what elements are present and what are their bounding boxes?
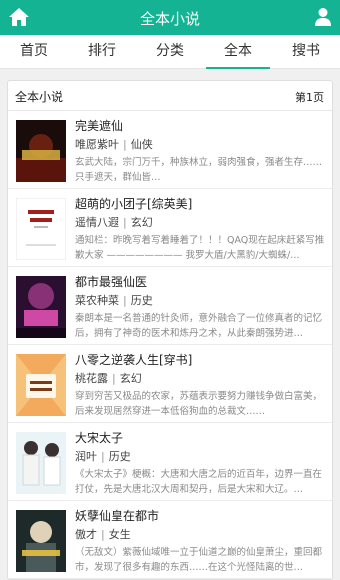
book-info: 妖孽仙皇在都市 傲才 | 女生 （无敌文）紫薇仙域唯一立于仙道之巅的仙皇萧尘，重回都… xyxy=(75,508,327,575)
book-description: （无敌文）紫薇仙域唯一立于仙道之巅的仙皇萧尘，重回都市，发现了很多有趣的东西……… xyxy=(75,547,323,573)
book-cover[interactable] xyxy=(16,276,66,338)
book-author: 菜农种菜 xyxy=(75,294,119,307)
book-meta: 遥情八遐 | 玄幻 xyxy=(75,216,153,229)
book-author: 润叶 xyxy=(75,450,97,463)
book-item[interactable]: 大宋太子 润叶 | 历史 《大宋太子》梗概：大唐和大唐之后的近百年，边界一直在打仗，… xyxy=(8,424,332,501)
book-meta: 润叶 | 历史 xyxy=(75,450,131,463)
book-author: 遥情八遐 xyxy=(75,216,119,229)
tab-ranking[interactable]: 排行 xyxy=(68,35,136,68)
book-meta: 菜农种菜 | 历史 xyxy=(75,294,153,307)
book-description: 秦朗本是一名普通的针灸师，意外融合了一位修真者的记忆后，拥有了神奇的医术和炼丹之… xyxy=(75,313,323,339)
book-author: 傲才 xyxy=(75,528,97,541)
book-category: 历史 xyxy=(108,450,131,463)
book-author: 唯愿紫叶 xyxy=(75,138,119,151)
book-author: 桃花露 xyxy=(75,372,108,385)
book-title[interactable]: 八零之逆袭人生[穿书] xyxy=(75,352,327,368)
book-item[interactable]: 完美遮仙 唯愿紫叶 | 仙侠 玄武大陆，宗门万千，种族林立，弱肉强食，强者生存……只… xyxy=(8,112,332,189)
book-title[interactable]: 都市最强仙医 xyxy=(75,274,327,290)
book-meta: 唯愿紫叶 | 仙侠 xyxy=(75,138,153,151)
book-info: 超萌的小团子[综英美] 遥情八遐 | 玄幻 通知栏：昨晚写着写着睡着了！！！QAQ现… xyxy=(75,196,327,263)
book-category: 玄幻 xyxy=(119,372,142,385)
book-item[interactable]: 八零之逆袭人生[穿书] 桃花露 | 玄幻 穿到穷苦又极品的农家，苏蕴表示要努力赚钱争… xyxy=(8,346,332,423)
book-item[interactable]: 妖孽仙皇在都市 傲才 | 女生 （无敌文）紫薇仙域唯一立于仙道之巅的仙皇萧尘，重回都… xyxy=(8,502,332,579)
book-list-panel: 全本小说 第1页 完美遮仙 唯愿紫叶 | 仙侠 玄武大陆，宗门万千，种族林立，弱肉强… xyxy=(7,80,333,580)
book-description: 通知栏：昨晚写着写着睡着了！！！QAQ现在起床赶紧写推歉大家 ———————— … xyxy=(75,235,325,261)
book-title[interactable]: 大宋太子 xyxy=(75,430,327,446)
page-title: 全本小说 xyxy=(139,10,200,28)
book-item[interactable]: 超萌的小团子[综英美] 遥情八遐 | 玄幻 通知栏：昨晚写着写着睡着了！！！QAQ现… xyxy=(8,190,332,267)
nav-tabs: 首页 排行 分类 全本 搜书 xyxy=(0,35,340,69)
book-meta: 傲才 | 女生 xyxy=(75,528,131,541)
book-description: 穿到穷苦又极品的农家，苏蕴表示要努力赚钱争做白富美，后来发现居然穿进一本低俗狗血… xyxy=(75,391,323,417)
book-category: 女生 xyxy=(108,528,131,541)
book-cover[interactable] xyxy=(16,354,66,416)
book-info: 都市最强仙医 菜农种菜 | 历史 秦朗本是一名普通的针灸师，意外融合了一位修真者的记… xyxy=(75,274,327,341)
book-cover[interactable] xyxy=(16,198,66,260)
user-icon[interactable] xyxy=(314,7,332,27)
book-title[interactable]: 完美遮仙 xyxy=(75,118,327,134)
book-title[interactable]: 妖孽仙皇在都市 xyxy=(75,508,327,524)
book-category: 仙侠 xyxy=(130,138,153,151)
book-meta: 桃花露 | 玄幻 xyxy=(75,372,142,385)
book-info: 大宋太子 润叶 | 历史 《大宋太子》梗概：大唐和大唐之后的近百年，边界一直在打仗，… xyxy=(75,430,327,497)
panel-header: 全本小说 第1页 xyxy=(8,81,332,111)
book-info: 完美遮仙 唯愿紫叶 | 仙侠 玄武大陆，宗门万千，种族林立，弱肉强食，强者生存……只… xyxy=(75,118,327,185)
book-info: 八零之逆袭人生[穿书] 桃花露 | 玄幻 穿到穷苦又极品的农家，苏蕴表示要努力赚钱争… xyxy=(75,352,327,419)
book-description: 玄武大陆，宗门万千，种族林立，弱肉强食，强者生存……只手遮天，群仙皆… xyxy=(75,157,323,183)
book-category: 历史 xyxy=(130,294,153,307)
tab-complete[interactable]: 全本 xyxy=(204,35,272,69)
tab-category[interactable]: 分类 xyxy=(136,35,204,68)
book-description: 《大宋太子》梗概：大唐和大唐之后的近百年，边界一直在打仗，先是大唐北汉大周和契丹… xyxy=(75,469,323,495)
book-item[interactable]: 都市最强仙医 菜农种菜 | 历史 秦朗本是一名普通的针灸师，意外融合了一位修真者的记… xyxy=(8,268,332,345)
book-cover[interactable] xyxy=(16,120,66,182)
book-title[interactable]: 超萌的小团子[综英美] xyxy=(75,196,327,212)
panel-title: 全本小说 xyxy=(15,90,64,104)
book-cover[interactable] xyxy=(16,510,66,572)
book-category: 玄幻 xyxy=(130,216,153,229)
tab-search[interactable]: 搜书 xyxy=(272,35,340,68)
book-cover[interactable] xyxy=(16,432,66,494)
page-indicator: 第1页 xyxy=(295,91,324,104)
tab-home[interactable]: 首页 xyxy=(0,35,68,68)
top-bar: 全本小说 xyxy=(0,0,340,35)
